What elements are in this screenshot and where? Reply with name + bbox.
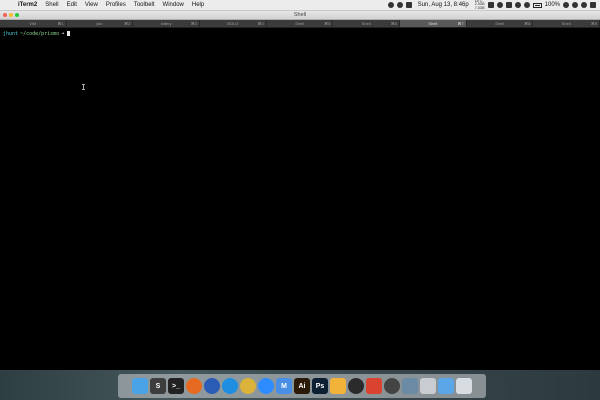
terminal-icon[interactable]: >_ bbox=[168, 378, 184, 394]
status-app-icon[interactable] bbox=[487, 2, 494, 8]
firefox-icon[interactable] bbox=[186, 378, 202, 394]
tab-shortcut: ⌘4 bbox=[257, 21, 264, 26]
menu-help[interactable]: Help bbox=[188, 2, 208, 8]
tab-label: BOLO bbox=[227, 21, 239, 26]
zoom-icon[interactable] bbox=[258, 378, 274, 394]
status-app-icon[interactable] bbox=[396, 2, 403, 8]
menu-toolbelt[interactable]: Toolbelt bbox=[130, 2, 159, 8]
tab-shell-5[interactable]: Shell ⌘5 bbox=[267, 20, 334, 27]
close-button[interactable] bbox=[3, 13, 7, 17]
mail-icon[interactable]: M bbox=[276, 378, 292, 394]
tab-shortcut: ⌘6 bbox=[390, 21, 398, 26]
window-controls bbox=[3, 13, 19, 17]
folder-icon[interactable] bbox=[438, 378, 454, 394]
search-icon[interactable] bbox=[581, 2, 587, 8]
tab-shortcut: ⌘7 bbox=[457, 21, 464, 26]
illustrator-icon[interactable]: Ai bbox=[294, 378, 310, 394]
battery-icon[interactable] bbox=[532, 2, 542, 8]
tab-vim[interactable]: VIM ⌘1 bbox=[0, 20, 67, 27]
tab-shortcut: ⌘1 bbox=[57, 21, 64, 26]
dock-icon-label: Ai bbox=[298, 382, 306, 390]
sketch-icon[interactable] bbox=[330, 378, 346, 394]
menubar-clock[interactable]: Sun, Aug 13, 8:46p bbox=[415, 2, 472, 8]
safari-icon[interactable] bbox=[222, 378, 238, 394]
dock-icon-label: >_ bbox=[172, 382, 180, 390]
shell-prompt: jhunt ~/code/prismo ➜ bbox=[3, 31, 71, 37]
tab-shell-6[interactable]: Shell ⌘6 bbox=[333, 20, 401, 27]
menu-edit[interactable]: Edit bbox=[63, 2, 81, 8]
battery-percent[interactable]: 100% bbox=[545, 2, 560, 8]
text-cursor bbox=[67, 31, 71, 36]
status-app-icon[interactable] bbox=[514, 2, 521, 8]
tab-label: Shell bbox=[295, 21, 304, 26]
finder-icon[interactable] bbox=[132, 378, 148, 394]
tab-label: lottery bbox=[160, 21, 172, 26]
window-title-bar: Shell bbox=[0, 11, 600, 20]
sublime-text-icon[interactable]: S bbox=[150, 378, 166, 394]
tab-jslo[interactable]: jslo ⌘2 bbox=[67, 20, 134, 27]
dock-icon-label: Ps bbox=[315, 382, 325, 390]
tab-shortcut: ⌘9 bbox=[590, 21, 598, 26]
tab-label: Shell bbox=[361, 21, 371, 26]
chrome-icon[interactable] bbox=[240, 378, 256, 394]
ibeam-cursor-icon bbox=[82, 84, 85, 90]
menu-app-name[interactable]: iTerm2 bbox=[14, 2, 41, 8]
preview-icon[interactable] bbox=[402, 378, 418, 394]
tab-lottery[interactable]: lottery ⌘3 bbox=[133, 20, 201, 27]
tab-label: Shell bbox=[428, 21, 438, 26]
tab-bar: VIM ⌘1 jslo ⌘2 lottery ⌘3 BOLO ⌘4 Shell ⌘5 Sh… bbox=[0, 20, 600, 28]
tab-label: Shell bbox=[495, 21, 504, 26]
wifi-icon[interactable] bbox=[563, 2, 569, 8]
dock-icon-label: S bbox=[155, 382, 161, 390]
prompt-user: jhunt bbox=[3, 31, 19, 37]
system-stats[interactable]: 18°C 2.3GB 7.3GB bbox=[475, 0, 485, 10]
status-app-icon[interactable] bbox=[387, 2, 394, 8]
terminal-pane[interactable]: jhunt ~/code/prismo ➜ bbox=[0, 28, 600, 370]
menu-window[interactable]: Window bbox=[159, 2, 188, 8]
tab-shortcut: ⌘5 bbox=[324, 21, 331, 26]
tab-shell-8[interactable]: Shell ⌘8 bbox=[467, 20, 534, 27]
globe-app-icon[interactable] bbox=[384, 378, 400, 394]
status-app-icon[interactable] bbox=[496, 2, 503, 8]
tab-shell-7[interactable]: Shell ⌘7 bbox=[400, 20, 467, 27]
status-app-icon[interactable] bbox=[505, 2, 512, 8]
photoshop-icon[interactable]: Ps bbox=[312, 378, 328, 394]
firefox-dev-icon[interactable] bbox=[204, 378, 220, 394]
minimize-button[interactable] bbox=[9, 13, 13, 17]
dock-icon-label: M bbox=[281, 382, 287, 390]
tab-shell-9[interactable]: Shell ⌘9 bbox=[533, 20, 600, 27]
window-title: Shell bbox=[293, 12, 307, 18]
menu-bar: iTerm2 Shell Edit View Profiles Toolbelt… bbox=[0, 0, 600, 11]
list-icon[interactable] bbox=[590, 2, 596, 8]
tab-label: jslo bbox=[96, 21, 103, 26]
keyboard-icon[interactable] bbox=[420, 378, 436, 394]
tab-shortcut: ⌘3 bbox=[190, 21, 198, 26]
volume-icon[interactable] bbox=[523, 2, 530, 8]
obs-icon[interactable] bbox=[348, 378, 364, 394]
prompt-path: ~/code/prismo bbox=[20, 31, 60, 37]
tab-label: Shell bbox=[561, 21, 571, 26]
tab-shortcut: ⌘8 bbox=[524, 21, 531, 26]
tab-bolo[interactable]: BOLO ⌘4 bbox=[200, 20, 267, 27]
dock: S >_ M Ai Ps bbox=[118, 374, 486, 398]
zoom-button[interactable] bbox=[15, 13, 19, 17]
prompt-arrow: ➜ bbox=[61, 31, 65, 37]
menu-profiles[interactable]: Profiles bbox=[102, 2, 130, 8]
tab-label: VIM bbox=[29, 21, 37, 26]
status-app-icon[interactable] bbox=[405, 2, 412, 8]
menu-shell[interactable]: Shell bbox=[41, 2, 62, 8]
trash-icon[interactable] bbox=[456, 378, 472, 394]
user-icon[interactable] bbox=[572, 2, 578, 8]
status-area: Sun, Aug 13, 8:46p 18°C 2.3GB 7.3GB 100% bbox=[387, 0, 600, 10]
tab-shortcut: ⌘2 bbox=[124, 21, 131, 26]
menu-view[interactable]: View bbox=[81, 2, 102, 8]
git-app-icon[interactable] bbox=[366, 378, 382, 394]
